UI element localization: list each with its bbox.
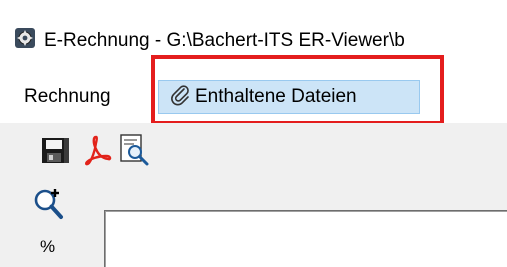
menu-item-rechnung[interactable]: Rechnung: [18, 80, 117, 114]
annotation-highlight-box: [151, 55, 444, 125]
save-icon[interactable]: [38, 133, 72, 167]
zoom-percent-label[interactable]: %: [40, 237, 55, 257]
window-title: E-Rechnung - G:\Bachert-ITS ER-Viewer\b: [44, 30, 405, 51]
menu-item-label: Rechnung: [24, 86, 111, 107]
pdf-icon[interactable]: [80, 133, 114, 167]
side-toolbar: %: [0, 183, 86, 267]
preview-search-icon[interactable]: [118, 133, 152, 167]
document-viewer-panel[interactable]: [104, 210, 507, 267]
app-settings-icon: [15, 28, 35, 48]
zoom-in-icon[interactable]: [33, 187, 65, 221]
toolbar: [0, 123, 507, 183]
